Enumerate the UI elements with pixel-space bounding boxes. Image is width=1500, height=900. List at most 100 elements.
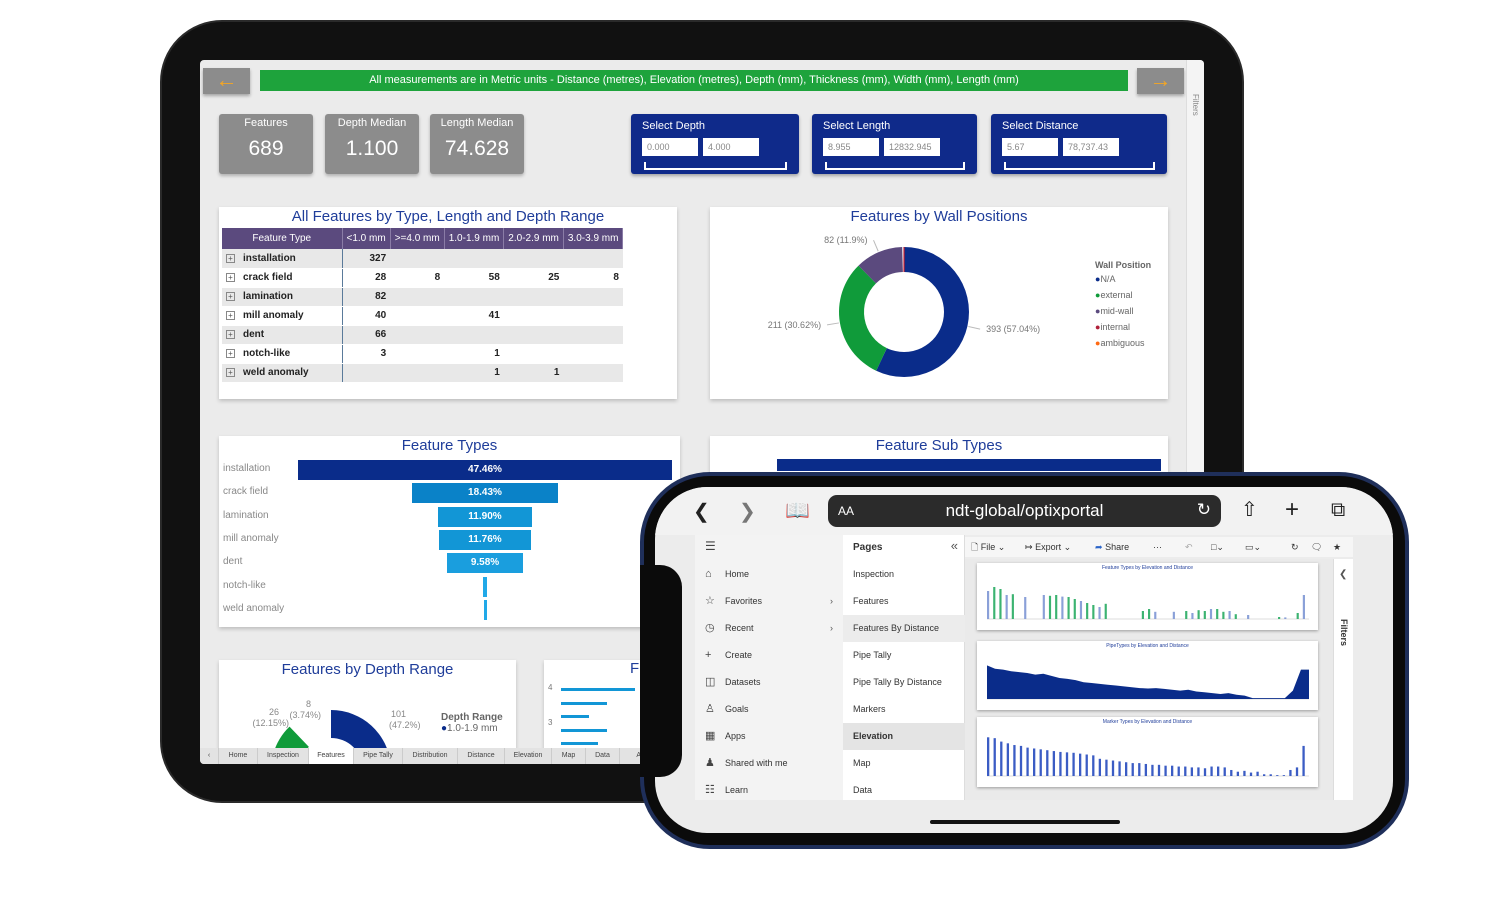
expand-plus-icon[interactable]: + <box>226 349 235 358</box>
slicer-max-input[interactable]: 78,737.43 <box>1063 138 1119 156</box>
legend-item[interactable]: ●N/A <box>1095 274 1151 284</box>
nav-home[interactable]: ⌂ Home <box>695 561 843 588</box>
slicer-min-input[interactable]: 8.955 <box>823 138 879 156</box>
funnel-bar[interactable]: 47.46% <box>297 460 673 480</box>
column-header[interactable]: <1.0 mm <box>342 228 391 249</box>
nav-label: Recent <box>725 623 754 633</box>
slicer-max-input[interactable]: 4.000 <box>703 138 759 156</box>
reload-icon[interactable]: ↻ <box>1197 500 1211 520</box>
page-pipe-tally-by-distance[interactable]: Pipe Tally By Distance <box>843 669 965 696</box>
funnel-bar[interactable]: 9.58% <box>447 553 523 574</box>
legend-item[interactable]: ●ambiguous <box>1095 338 1151 348</box>
nav-shared-with-me[interactable]: ♟ Shared with me <box>695 750 843 777</box>
slicer-length[interactable]: Select Length 8.955 12832.945 <box>812 114 977 174</box>
comment-icon[interactable]: 🗨 <box>1311 537 1322 557</box>
slicer-min-input[interactable]: 5.67 <box>1002 138 1058 156</box>
back-button[interactable]: ← <box>203 68 250 94</box>
nav-goals[interactable]: ♙ Goals <box>695 696 843 723</box>
expand-plus-icon[interactable]: + <box>226 273 235 282</box>
filters-pane[interactable]: ❮ Filters <box>1333 559 1353 800</box>
tabs-overview-icon[interactable]: ⧉ <box>1331 499 1345 521</box>
tab-inspection[interactable]: Inspection <box>258 748 309 764</box>
tab-map[interactable]: Map <box>552 748 586 764</box>
tab-distance[interactable]: Distance <box>458 748 505 764</box>
expand-filters-icon[interactable]: ❮ <box>1339 569 1347 580</box>
tab-features[interactable]: Features <box>309 748 354 764</box>
tab-elevation[interactable]: Elevation <box>505 748 552 764</box>
address-bar[interactable]: AA ndt-global/optixportal ↻ <box>828 495 1221 527</box>
nav-recent[interactable]: ◷ Recent › <box>695 615 843 642</box>
hamburger-menu-icon[interactable]: ☰ <box>705 539 716 553</box>
new-tab-plus-icon[interactable]: + <box>1285 498 1299 522</box>
refresh-icon[interactable]: ↻ <box>1291 537 1299 557</box>
more-options-button[interactable]: ··· <box>1153 537 1162 557</box>
depth-legend: Depth Range ●1.0-1.9 mm <box>441 712 503 734</box>
expand-plus-icon[interactable]: + <box>226 253 235 263</box>
tab-distribution[interactable]: Distribution <box>403 748 458 764</box>
nav-learn[interactable]: ☷ Learn <box>695 777 843 804</box>
tab-home[interactable]: Home <box>219 748 258 764</box>
column-header[interactable]: 3.0-3.9 mm <box>563 228 624 249</box>
range-slider[interactable] <box>644 162 787 170</box>
column-header[interactable]: >=4.0 mm <box>390 228 445 249</box>
tabs-scroll-left[interactable]: ‹ <box>200 748 219 764</box>
page-elevation[interactable]: Elevation <box>843 723 965 750</box>
page-data[interactable]: Data <box>843 777 965 804</box>
bookmark-icon[interactable]: □⌄ <box>1211 537 1224 557</box>
legend-label: internal <box>1100 322 1130 332</box>
column-header[interactable]: Feature Type <box>222 228 343 249</box>
home-indicator[interactable] <box>930 820 1120 824</box>
nav-create[interactable]: + Create <box>695 642 843 669</box>
count-cell <box>563 325 623 345</box>
legend-item[interactable]: ●mid-wall <box>1095 306 1151 316</box>
slicer-min-input[interactable]: 0.000 <box>642 138 698 156</box>
page-inspection[interactable]: Inspection <box>843 561 965 588</box>
browser-forward-icon[interactable]: ❯ <box>739 501 756 523</box>
expand-plus-icon[interactable]: + <box>226 292 235 301</box>
undo-icon[interactable]: ↶ <box>1185 537 1193 557</box>
legend-item[interactable]: ●external <box>1095 290 1151 300</box>
slicer-distance[interactable]: Select Distance 5.67 78,737.43 <box>991 114 1167 174</box>
home-icon: ⌂ <box>705 568 712 580</box>
nav-favorites[interactable]: ☆ Favorites › <box>695 588 843 615</box>
funnel-bar[interactable] <box>483 599 487 620</box>
bookmarks-book-icon[interactable]: 📖 <box>785 500 810 522</box>
bar <box>1039 749 1042 776</box>
collapse-pages-icon[interactable]: « <box>951 538 958 553</box>
forward-button[interactable]: → <box>1137 68 1184 94</box>
expand-plus-icon[interactable]: + <box>226 311 235 320</box>
nav-datasets[interactable]: ◫ Datasets <box>695 669 843 696</box>
page-features-by-distance[interactable]: Features By Distance <box>843 615 965 642</box>
tab-data[interactable]: Data <box>586 748 620 764</box>
file-menu[interactable]: 🗋 File ⌄ <box>971 537 1005 557</box>
page-markers[interactable]: Markers <box>843 696 965 723</box>
page-pipe-tally[interactable]: Pipe Tally <box>843 642 965 669</box>
slice-external[interactable] <box>839 265 887 371</box>
nav-label: Learn <box>725 785 749 795</box>
range-slider[interactable] <box>825 162 965 170</box>
legend-item[interactable]: ●internal <box>1095 322 1151 332</box>
depth-range-donut: 101(47.2%) 8(3.74%) 26(12.15%) <box>252 699 421 760</box>
slicer-max-input[interactable]: 12832.945 <box>884 138 940 156</box>
expand-plus-icon[interactable]: + <box>226 330 235 339</box>
expand-plus-icon[interactable]: + <box>226 368 235 377</box>
share-icon[interactable]: ⇧ <box>1241 499 1258 521</box>
browser-back-icon[interactable]: ❮ <box>693 501 710 523</box>
share-button[interactable]: ➦ Share <box>1095 537 1129 557</box>
slicer-depth[interactable]: Select Depth 0.000 4.000 <box>631 114 799 174</box>
favorite-star-icon[interactable]: ★ <box>1333 537 1341 557</box>
funnel-bar[interactable]: 11.76% <box>438 529 532 550</box>
range-slider[interactable] <box>1004 162 1155 170</box>
page-features[interactable]: Features <box>843 588 965 615</box>
funnel-bar[interactable]: 18.43% <box>412 483 558 504</box>
nav-apps[interactable]: ▦ Apps <box>695 723 843 750</box>
funnel-bar[interactable] <box>482 576 488 597</box>
column-header[interactable]: 2.0-2.9 mm <box>503 228 564 249</box>
funnel-bar[interactable]: 11.90% <box>437 506 532 527</box>
page-map[interactable]: Map <box>843 750 965 777</box>
clock-icon: ◷ <box>705 622 715 634</box>
view-icon[interactable]: ▭⌄ <box>1245 537 1261 557</box>
tab-pipe-tally[interactable]: Pipe Tally <box>354 748 403 764</box>
column-header[interactable]: 1.0-1.9 mm <box>444 228 505 249</box>
export-menu[interactable]: ↦ Export ⌄ <box>1025 537 1071 557</box>
